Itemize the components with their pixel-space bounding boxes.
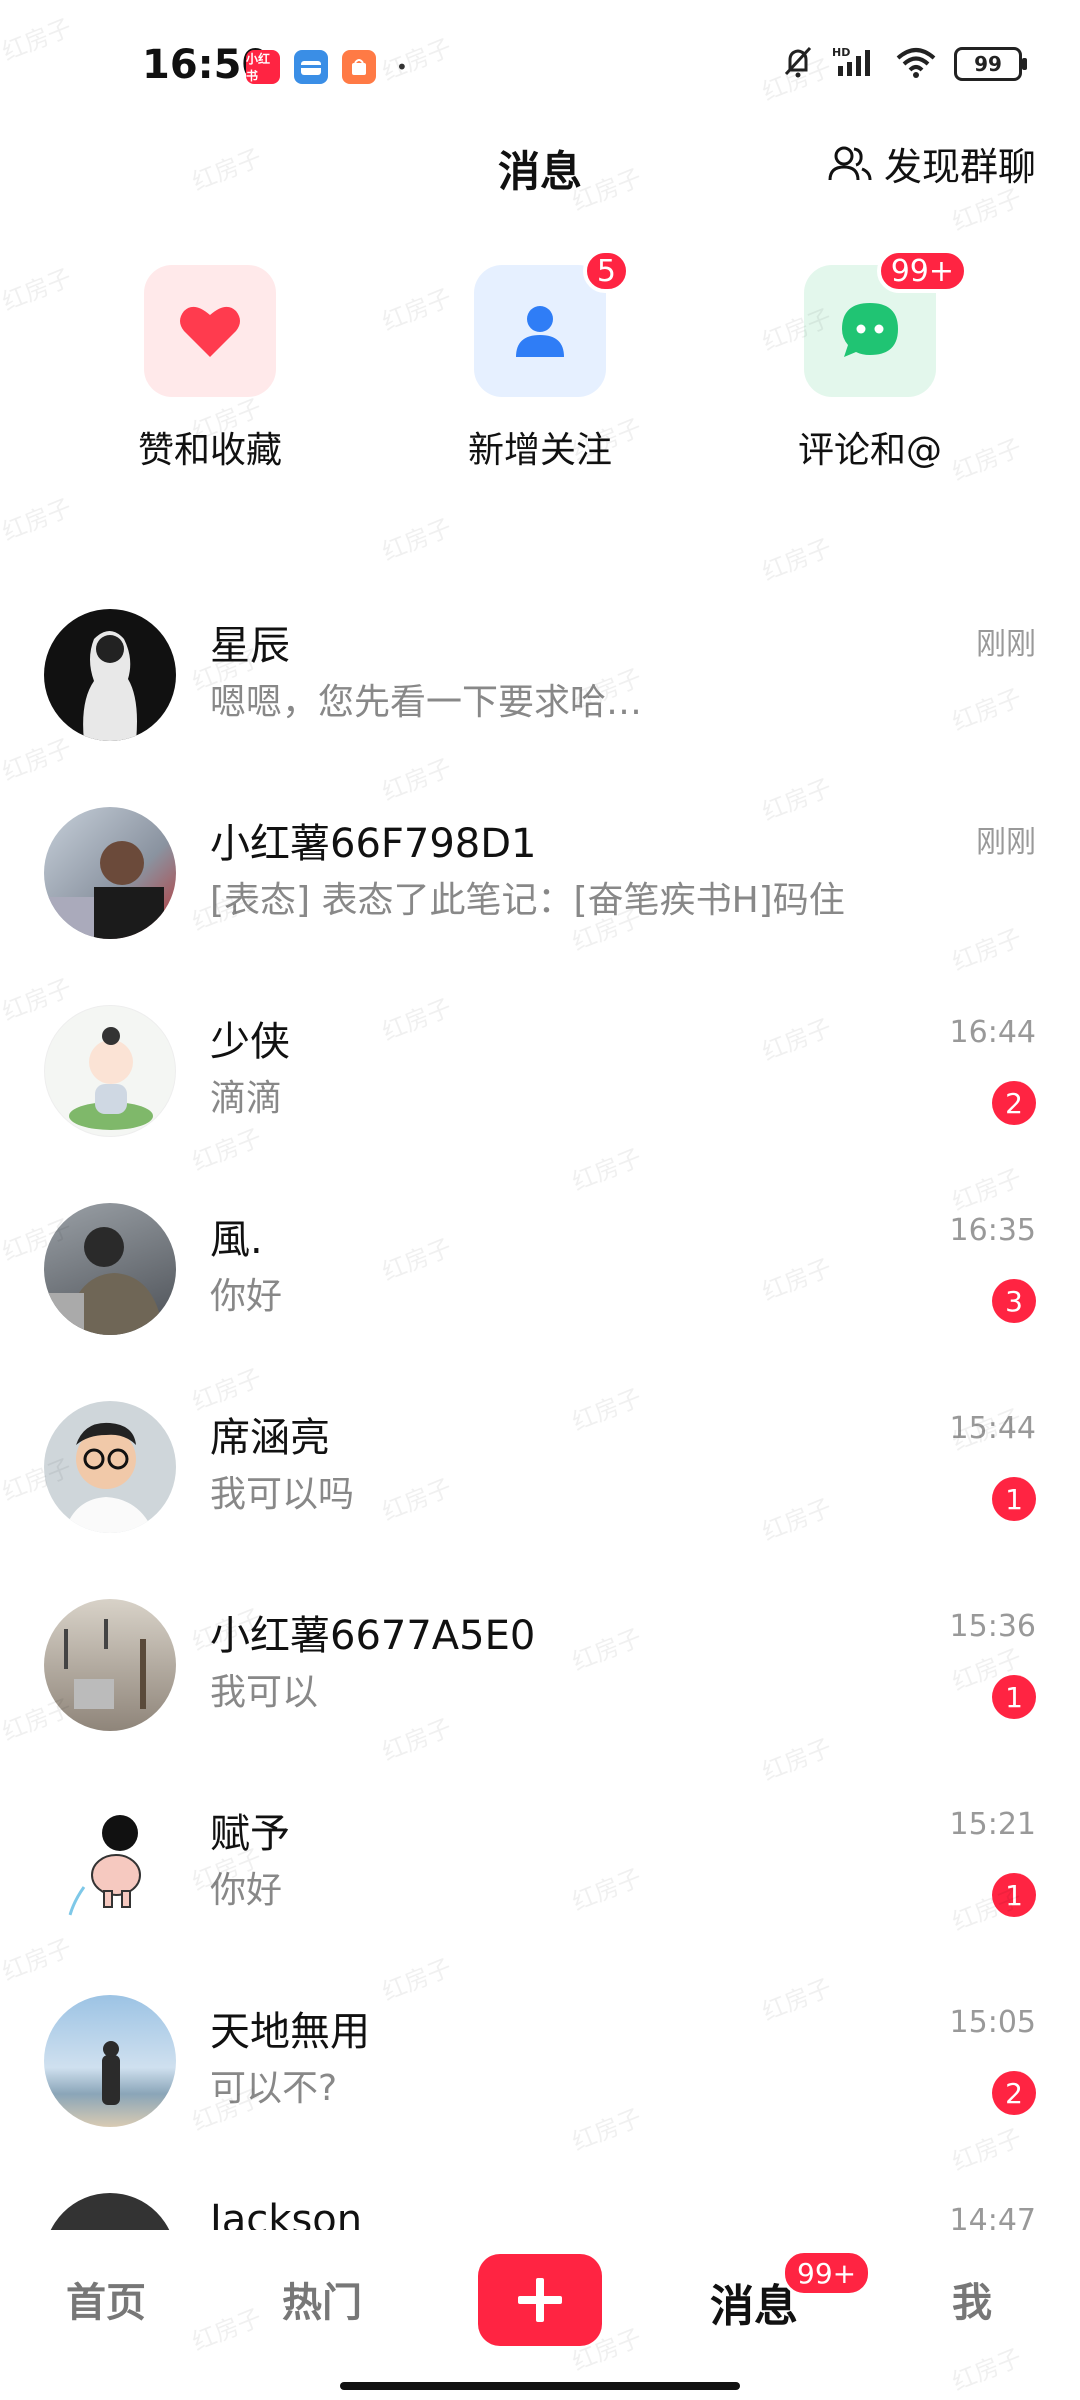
tab-me[interactable]: 我 <box>952 2270 992 2328</box>
conversation-name: 小红薯6677A5E0 <box>210 1613 536 1659</box>
unread-badge: 3 <box>992 1279 1036 1323</box>
conversation-name: 席涵亮 <box>210 1415 330 1461</box>
conversation-time: 16:44 <box>949 1015 1036 1050</box>
conversation-name: 星辰 <box>210 623 290 669</box>
heart-icon <box>180 306 240 357</box>
xiaohongshu-app-icon: 小红书 <box>246 50 280 84</box>
conversation-time: 15:21 <box>949 1807 1036 1842</box>
conversation-row[interactable]: 小红薯66F798D1 [表态] 表态了此笔记：[奋笔疾书H]码住 刚刚 <box>0 793 1080 991</box>
tab-trending[interactable]: 热门 <box>282 2270 362 2328</box>
likes-label: 赞和收藏 <box>137 430 282 471</box>
conversation-preview: [表态] 表态了此笔记：[奋笔疾书H]码住 <box>210 880 845 921</box>
followers-badge: 5 <box>582 249 630 293</box>
conversation-time: 刚刚 <box>976 627 1036 662</box>
avatar <box>44 1203 176 1335</box>
discover-groups-label: 发现群聊 <box>883 145 1036 189</box>
conversation-preview: 我可以 <box>210 1672 319 1713</box>
bottom-tab-bar: 首页 热门 消息 99+ 我 <box>0 2230 1080 2400</box>
conversation-time: 15:05 <box>949 2005 1036 2040</box>
conversation-row[interactable]: 席涵亮 我可以吗 15:44 1 <box>0 1387 1080 1585</box>
tab-home[interactable]: 首页 <box>66 2270 146 2328</box>
conversation-time: 14:47 <box>949 2203 1036 2230</box>
followers-tile: 5 <box>474 249 630 397</box>
discover-groups-button[interactable]: 发现群聊 <box>826 136 1036 191</box>
unread-badge: 1 <box>992 1873 1036 1917</box>
new-followers-button[interactable]: 5 新增关注 <box>410 249 670 473</box>
unread-badge: 2 <box>992 1081 1036 1125</box>
watermark-text: 红房子 <box>378 513 456 567</box>
conversation-row[interactable]: 星辰 嗯嗯，您先看一下要求哈… 刚刚 <box>0 595 1080 793</box>
conversation-preview: 滴滴 <box>210 1078 283 1119</box>
cellular-signal-icon: HD <box>832 44 878 84</box>
avatar <box>44 1995 176 2127</box>
conversation-row[interactable]: 少侠 滴滴 16:44 2 <box>0 991 1080 1189</box>
conversation-name: Jackson <box>210 2197 363 2230</box>
conversation-name: 少侠 <box>210 1019 290 1065</box>
avatar <box>44 1005 176 1137</box>
plus-icon <box>518 2278 562 2322</box>
page-header: 消息 发现群聊 <box>0 120 1080 210</box>
conversation-row[interactable]: 赋予 你好 15:21 1 <box>0 1783 1080 1981</box>
avatar <box>44 609 176 741</box>
comments-and-mentions-button[interactable]: 99+ 评论和@ <box>740 249 1000 473</box>
conversation-time: 16:35 <box>949 1213 1036 1248</box>
wifi-icon <box>894 44 938 84</box>
avatar <box>44 807 176 939</box>
shopping-app-icon <box>342 50 376 84</box>
users-icon <box>828 146 872 180</box>
likes-tile <box>144 265 276 397</box>
status-indicators: HD 99 <box>780 44 1027 84</box>
avatar <box>44 1401 176 1533</box>
unread-badge: 1 <box>992 1675 1036 1719</box>
conversation-name: 風. <box>210 1217 263 1263</box>
messages-tab-badge: 99+ <box>782 2250 872 2296</box>
status-app-icons: 小红书 • <box>246 50 408 84</box>
conversation-name: 小红薯66F798D1 <box>210 821 537 867</box>
conversation-preview: 嗯嗯，您先看一下要求哈… <box>210 682 643 723</box>
followers-label: 新增关注 <box>467 430 612 471</box>
user-icon <box>516 306 564 357</box>
notification-dot-icon: • <box>396 55 408 79</box>
comments-badge: 99+ <box>876 249 968 293</box>
quick-actions: 赞和收藏 5 新增关注 99+ 评论和@ <box>0 249 1080 485</box>
status-bar: 16:50 小红书 • HD 99 <box>0 0 1080 120</box>
conversation-row[interactable]: 小红薯6677A5E0 我可以 15:36 1 <box>0 1585 1080 1783</box>
svg-text:HD: HD <box>832 46 850 59</box>
conversation-preview: 你好 <box>210 1870 283 1911</box>
conversation-row[interactable]: Jackson 14:47 <box>0 2179 1080 2230</box>
conversation-time: 15:36 <box>949 1609 1036 1644</box>
conversation-name: 天地無用 <box>210 2009 370 2055</box>
conversation-preview: 可以不? <box>210 2068 338 2109</box>
battery-indicator: 99 <box>954 47 1027 81</box>
conversation-preview: 我可以吗 <box>210 1474 355 1515</box>
unread-badge: 1 <box>992 1477 1036 1521</box>
home-indicator[interactable] <box>340 2382 740 2390</box>
watermark-text: 红房子 <box>0 493 76 547</box>
likes-and-favorites-button[interactable]: 赞和收藏 <box>80 265 340 473</box>
conversation-preview: 你好 <box>210 1276 283 1317</box>
avatar <box>44 1599 176 1731</box>
chat-bubble-icon <box>842 303 898 357</box>
conversation-row[interactable]: 風. 你好 16:35 3 <box>0 1189 1080 1387</box>
conversation-time: 刚刚 <box>976 825 1036 860</box>
avatar <box>44 2193 176 2230</box>
unread-badge: 2 <box>992 2071 1036 2115</box>
create-post-button[interactable] <box>478 2254 602 2346</box>
avatar <box>44 1797 176 1929</box>
conversation-name: 赋予 <box>210 1811 290 1857</box>
comments-label: 评论和@ <box>797 430 942 471</box>
mute-icon <box>780 44 816 84</box>
watermark-text: 红房子 <box>758 533 836 587</box>
comments-tile: 99+ <box>804 249 968 397</box>
conversation-time: 15:44 <box>949 1411 1036 1446</box>
wallet-app-icon <box>294 50 328 84</box>
conversation-row[interactable]: 天地無用 可以不? 15:05 2 <box>0 1981 1080 2179</box>
